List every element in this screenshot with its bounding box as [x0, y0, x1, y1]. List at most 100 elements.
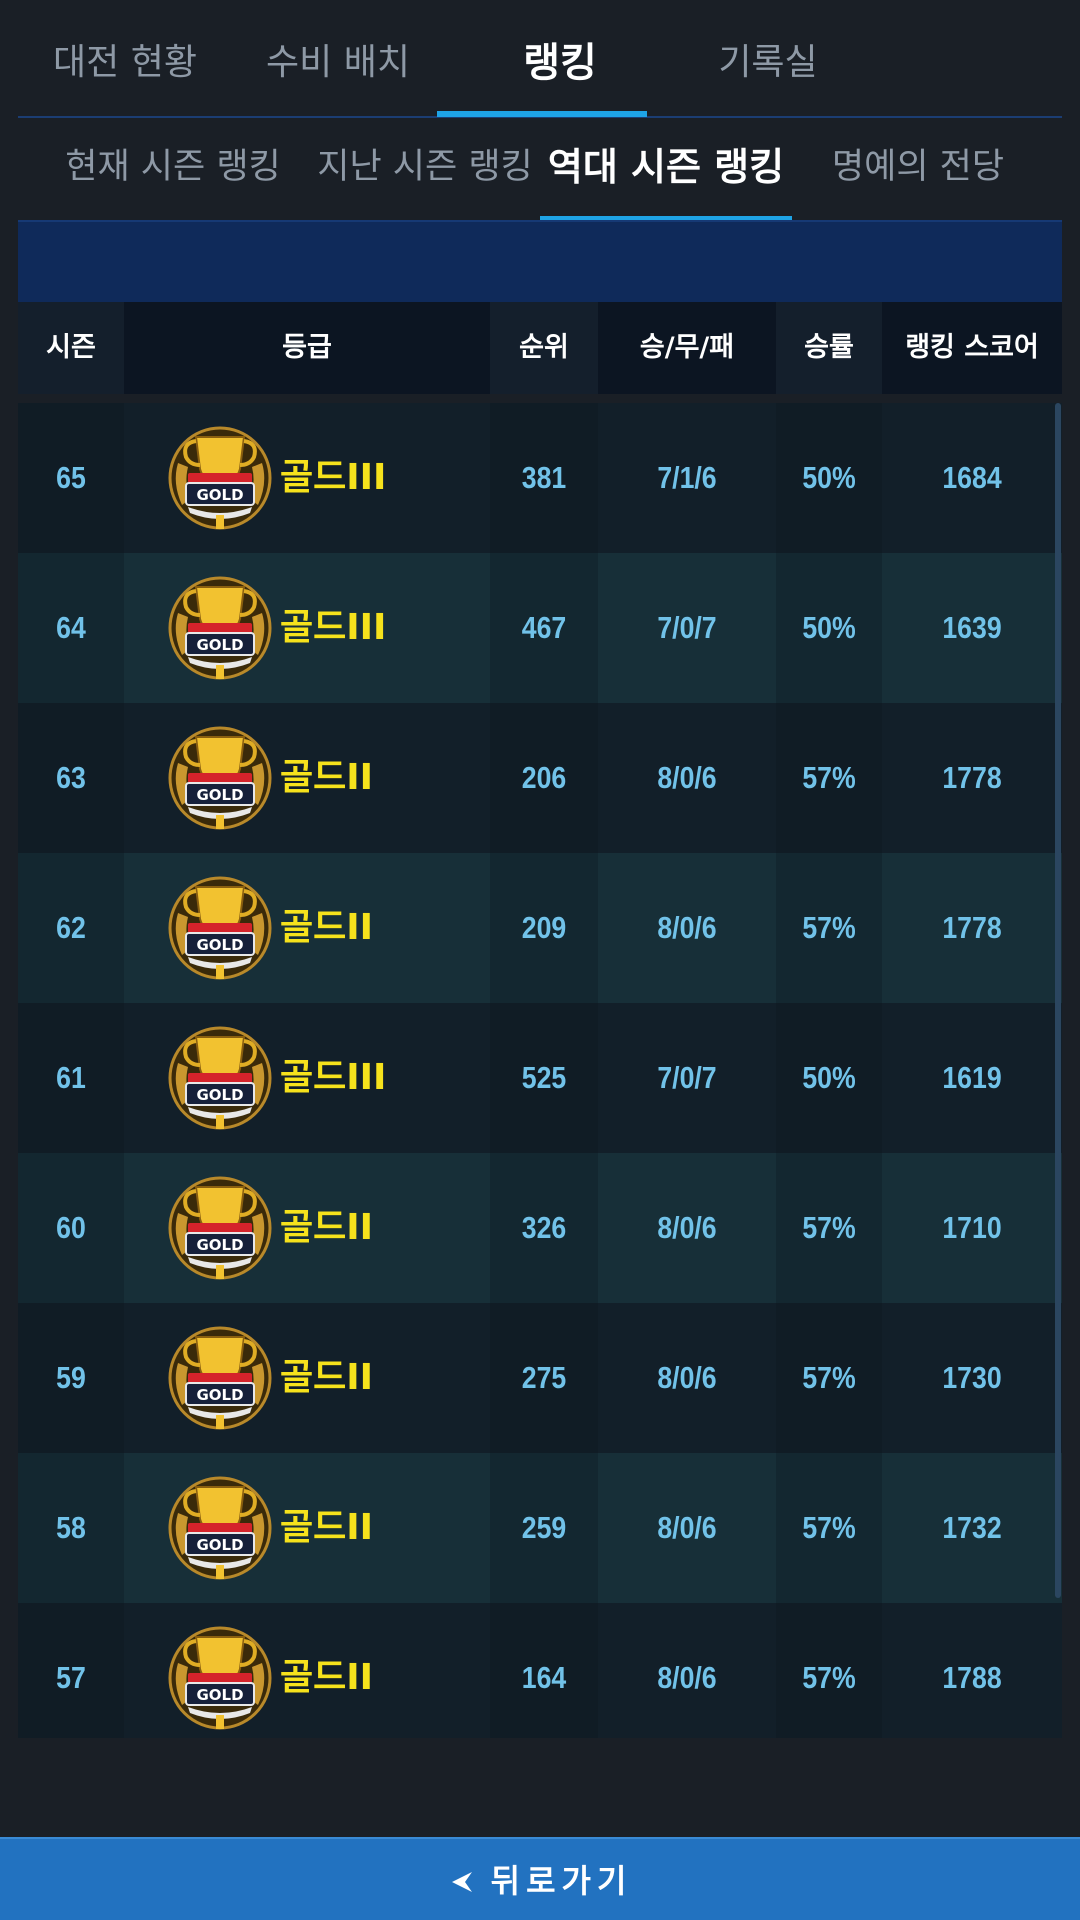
cell-record: 8/0/6: [657, 1660, 717, 1695]
cell-win-rate: 50%: [802, 1060, 856, 1095]
gold-trophy-icon: GOLD: [168, 1176, 272, 1280]
cell-ranking-score: 1788: [942, 1660, 1002, 1695]
gold-trophy-icon: GOLD: [168, 876, 272, 980]
cell-win-rate: 57%: [802, 1360, 856, 1395]
tab-all-seasons-ranking[interactable]: 역대 시즌 랭킹: [540, 142, 792, 192]
cell-record: 8/0/6: [657, 910, 717, 945]
table-row[interactable]: 61 525 7/0/7 50% 1619 GOLD 골드III: [18, 1003, 1062, 1153]
cell-season: 58: [56, 1510, 86, 1545]
table-row[interactable]: 63 206 8/0/6 57% 1778 GOLD 골드II: [18, 703, 1062, 853]
cell-rank: 275: [521, 1360, 567, 1395]
scrollbar[interactable]: [1055, 403, 1061, 1598]
header-record: 승/무/패: [639, 332, 735, 363]
tab-defense-setup[interactable]: 수비 배치: [253, 38, 423, 88]
tab-current-season-ranking[interactable]: 현재 시즌 랭킹: [58, 142, 288, 192]
top-tab-bar: 대전 현황 수비 배치 랭킹 기록실: [18, 0, 1062, 118]
back-button[interactable]: 뒤로가기: [0, 1837, 1080, 1920]
cell-rank: 209: [521, 910, 567, 945]
table-header: 시즌 등급 순위 승/무/패 승률 랭킹 스코어: [18, 302, 1062, 394]
cell-rank: 326: [521, 1210, 567, 1245]
emblem-text: GOLD: [196, 1086, 243, 1104]
cell-record: 7/0/7: [657, 610, 717, 645]
cell-season: 61: [56, 1060, 86, 1095]
back-button-label: 뒤로가기: [490, 1862, 633, 1900]
cell-win-rate: 57%: [802, 910, 856, 945]
emblem-text: GOLD: [196, 1386, 243, 1404]
cell-grade: 골드II: [280, 1357, 374, 1398]
cell-rank: 525: [521, 1060, 567, 1095]
ranking-table-body[interactable]: 65 381 7/1/6 50% 1684 GOLD 골드III 64 467 7/0/7 50% 1…: [18, 403, 1062, 1738]
cell-record: 7/0/7: [657, 1060, 717, 1095]
cell-ranking-score: 1778: [942, 910, 1002, 945]
tab-records[interactable]: 기록실: [683, 38, 853, 88]
back-arrow-icon: [451, 1871, 472, 1892]
table-row[interactable]: 60 326 8/0/6 57% 1710 GOLD 골드II: [18, 1153, 1062, 1303]
cell-record: 8/0/6: [657, 1360, 717, 1395]
active-tab-indicator: [437, 111, 647, 117]
emblem-text: GOLD: [196, 1236, 243, 1254]
cell-ranking-score: 1710: [942, 1210, 1002, 1245]
emblem-text: GOLD: [196, 1536, 243, 1554]
table-banner: [18, 220, 1062, 302]
emblem-text: GOLD: [196, 636, 243, 654]
cell-grade: 골드III: [280, 607, 387, 648]
cell-season: 64: [56, 610, 86, 645]
tab-last-season-ranking[interactable]: 지난 시즌 랭킹: [310, 142, 540, 192]
emblem-text: GOLD: [196, 936, 243, 954]
gold-trophy-icon: GOLD: [168, 726, 272, 830]
emblem-text: GOLD: [196, 486, 243, 504]
cell-ranking-score: 1730: [942, 1360, 1002, 1395]
gold-trophy-icon: GOLD: [168, 1026, 272, 1130]
tab-ranking[interactable]: 랭킹: [455, 38, 665, 88]
cell-grade: 골드II: [280, 1207, 374, 1248]
table-row[interactable]: 65 381 7/1/6 50% 1684 GOLD 골드III: [18, 403, 1062, 553]
cell-grade: 골드II: [280, 757, 374, 798]
table-row[interactable]: 62 209 8/0/6 57% 1778 GOLD 골드II: [18, 853, 1062, 1003]
table-row[interactable]: 59 275 8/0/6 57% 1730 GOLD 골드II: [18, 1303, 1062, 1453]
cell-ranking-score: 1639: [942, 610, 1002, 645]
cell-record: 8/0/6: [657, 1510, 717, 1545]
header-grade: 등급: [282, 332, 332, 363]
cell-win-rate: 57%: [802, 1210, 856, 1245]
gold-trophy-icon: GOLD: [168, 1326, 272, 1430]
tab-hall-of-fame[interactable]: 명예의 전당: [818, 142, 1018, 192]
cell-season: 63: [56, 760, 86, 795]
header-ranking-score: 랭킹 스코어: [905, 332, 1039, 363]
table-row[interactable]: 57 164 8/0/6 57% 1788 GOLD 골드II: [18, 1603, 1062, 1738]
cell-grade: 골드III: [280, 1057, 387, 1098]
cell-season: 59: [56, 1360, 86, 1395]
emblem-text: GOLD: [196, 1686, 243, 1704]
gold-trophy-icon: GOLD: [168, 426, 272, 530]
table-row[interactable]: 64 467 7/0/7 50% 1639 GOLD 골드III: [18, 553, 1062, 703]
cell-rank: 164: [521, 1660, 567, 1695]
header-season: 시즌: [46, 332, 96, 363]
cell-record: 8/0/6: [657, 760, 717, 795]
sub-tab-bar: 현재 시즌 랭킹 지난 시즌 랭킹 역대 시즌 랭킹 명예의 전당: [18, 118, 1062, 222]
cell-ranking-score: 1732: [942, 1510, 1002, 1545]
cell-season: 62: [56, 910, 86, 945]
tab-battle-status[interactable]: 대전 현황: [40, 38, 210, 88]
cell-season: 57: [56, 1660, 86, 1695]
header-rank: 순위: [519, 332, 569, 363]
cell-ranking-score: 1619: [942, 1060, 1002, 1095]
cell-rank: 259: [521, 1510, 567, 1545]
ranking-screen: 대전 현황 수비 배치 랭킹 기록실 현재 시즌 랭킹 지난 시즌 랭킹 역대 …: [0, 0, 1080, 1920]
cell-win-rate: 57%: [802, 760, 856, 795]
cell-record: 8/0/6: [657, 1210, 717, 1245]
cell-win-rate: 57%: [802, 1510, 856, 1545]
header-win-rate: 승률: [804, 332, 854, 363]
cell-rank: 381: [521, 460, 567, 495]
gold-trophy-icon: GOLD: [168, 1476, 272, 1580]
cell-rank: 467: [521, 610, 567, 645]
cell-season: 60: [56, 1210, 86, 1245]
cell-season: 65: [56, 460, 86, 495]
gold-trophy-icon: GOLD: [168, 576, 272, 680]
cell-grade: 골드III: [280, 457, 387, 498]
table-row[interactable]: 58 259 8/0/6 57% 1732 GOLD 골드II: [18, 1453, 1062, 1603]
cell-record: 7/1/6: [657, 460, 717, 495]
cell-rank: 206: [521, 760, 567, 795]
emblem-text: GOLD: [196, 786, 243, 804]
gold-trophy-icon: GOLD: [168, 1626, 272, 1730]
cell-win-rate: 50%: [802, 460, 856, 495]
cell-grade: 골드II: [280, 1507, 374, 1548]
